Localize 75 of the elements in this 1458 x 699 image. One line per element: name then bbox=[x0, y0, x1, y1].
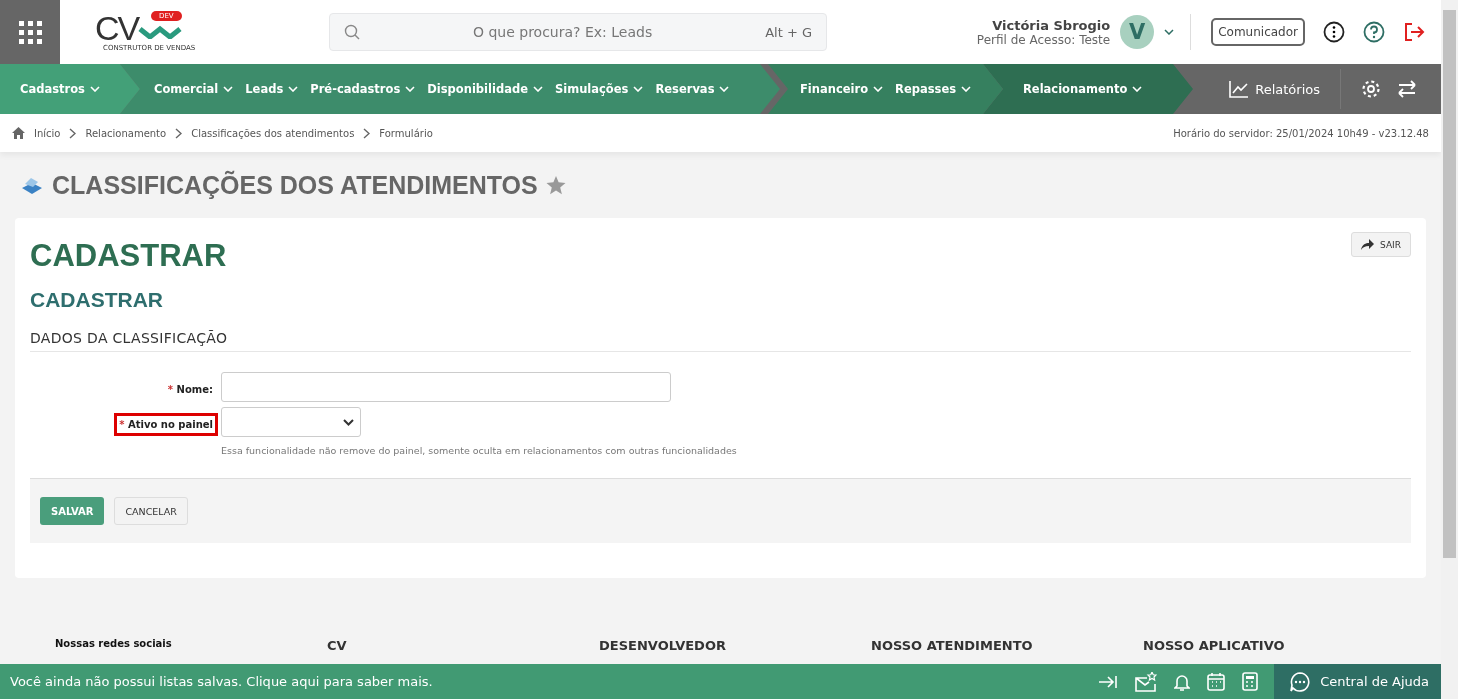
nav-menu-item[interactable]: Reservas bbox=[655, 82, 730, 96]
chevron-down-icon bbox=[288, 86, 299, 92]
section-heading: DADOS DA CLASSIFICAÇÃO bbox=[30, 330, 1411, 352]
search-icon bbox=[344, 24, 360, 40]
chevron-down-icon[interactable] bbox=[1164, 29, 1175, 35]
footer-heading: DESENVOLVEDOR bbox=[599, 638, 727, 653]
logout-icon[interactable] bbox=[1403, 21, 1425, 43]
chevron-down-icon bbox=[405, 86, 416, 92]
chevron-down-icon bbox=[1132, 86, 1143, 92]
calendar-icon[interactable] bbox=[1207, 672, 1226, 691]
reports-link[interactable]: Relatórios bbox=[1229, 80, 1320, 98]
chevron-down-icon bbox=[343, 418, 354, 426]
mail-star-icon[interactable] bbox=[1135, 671, 1158, 692]
more-options-icon[interactable] bbox=[1323, 21, 1345, 43]
chevron-down-icon bbox=[873, 86, 884, 92]
help-text: Essa funcionalidade não remove do painel, somente oculta em relacionamentos com outras funcionalidades bbox=[221, 445, 737, 456]
exit-button[interactable]: SAIR bbox=[1351, 232, 1411, 257]
search-input[interactable]: O que procura? Ex: Leads bbox=[360, 23, 766, 41]
nav-menu-item[interactable]: Relacionamento bbox=[1023, 82, 1143, 96]
search-bar[interactable]: O que procura? Ex: Leads Alt + G bbox=[329, 13, 827, 51]
saved-lists-message[interactable]: Você ainda não possui listas salvas. Clique aqui para saber mais. bbox=[0, 674, 1099, 689]
nav-menu-item[interactable]: Leads bbox=[245, 82, 299, 96]
help-center-button[interactable]: Central de Ajuda bbox=[1274, 664, 1441, 699]
chevron-down-icon bbox=[633, 86, 644, 92]
footer-heading: Nossas redes sociais bbox=[55, 638, 173, 651]
footer-heading: NOSSO ATENDIMENTO bbox=[871, 638, 1034, 653]
chevron-right-icon bbox=[69, 127, 77, 139]
breadcrumb-link[interactable]: Formulário bbox=[379, 127, 433, 139]
chat-bubble-icon bbox=[1290, 671, 1311, 692]
page-title: CLASSIFICAÇÕES DOS ATENDIMENTOS bbox=[52, 170, 538, 200]
footer-heading: CV bbox=[327, 638, 348, 653]
nav-menu-item[interactable]: Repasses bbox=[895, 82, 972, 96]
breadcrumb-link[interactable]: Início bbox=[34, 127, 61, 139]
help-icon[interactable] bbox=[1363, 21, 1385, 43]
nav-menu-item[interactable]: Pré-cadastros bbox=[310, 82, 416, 96]
star-icon[interactable] bbox=[545, 175, 566, 195]
chevron-down-icon bbox=[89, 86, 100, 92]
chevron-down-icon bbox=[532, 86, 543, 92]
bell-icon[interactable] bbox=[1174, 672, 1191, 691]
chevron-down-icon bbox=[719, 86, 730, 92]
select-field[interactable] bbox=[221, 407, 361, 437]
share-arrow-icon bbox=[1361, 239, 1375, 250]
grid-icon bbox=[18, 20, 42, 44]
chevron-right-icon bbox=[363, 127, 371, 139]
breadcrumb-link[interactable]: Classificações dos atendimentos bbox=[191, 127, 355, 139]
apps-menu-button[interactable] bbox=[0, 0, 60, 64]
form-subtitle: CADASTRAR bbox=[30, 288, 164, 312]
swap-arrows-icon[interactable] bbox=[1397, 80, 1417, 98]
access-profile: Perfil de Acesso: Teste bbox=[976, 32, 1111, 47]
footer-heading: NOSSO APLICATIVO bbox=[1143, 638, 1286, 653]
nav-menu-item[interactable]: Comercial bbox=[154, 82, 234, 96]
user-avatar[interactable]: V bbox=[1120, 15, 1155, 49]
chevron-down-icon bbox=[961, 86, 972, 92]
home-icon bbox=[12, 127, 25, 139]
arrow-to-line-icon[interactable] bbox=[1098, 673, 1119, 690]
nav-menu-item[interactable]: Simulações bbox=[554, 82, 644, 96]
nav-menu-item[interactable]: Cadastros bbox=[20, 82, 100, 96]
field-label: * Ativo no painel bbox=[114, 413, 218, 436]
communicator-button[interactable]: Comunicador bbox=[1211, 18, 1305, 46]
chevron-right-icon bbox=[175, 127, 183, 139]
server-time: Horário do servidor: 25/01/2024 10h49 - v23.12.48 bbox=[1173, 127, 1429, 139]
cancel-button[interactable]: CANCELAR bbox=[114, 497, 188, 525]
calculator-icon[interactable] bbox=[1242, 672, 1259, 691]
name-input[interactable] bbox=[221, 372, 671, 402]
breadcrumb-link[interactable]: Relacionamento bbox=[85, 127, 167, 139]
field-label: * Nome: bbox=[166, 383, 214, 397]
card-title: CADASTRAR bbox=[30, 237, 227, 275]
save-button[interactable]: SALVAR bbox=[40, 497, 105, 525]
nav-menu-item[interactable]: Disponibilidade bbox=[427, 82, 543, 96]
nav-menu-item[interactable]: Financeiro bbox=[800, 82, 884, 96]
line-chart-icon bbox=[1229, 80, 1250, 98]
settings-icon[interactable] bbox=[1361, 79, 1381, 99]
shortcut-hint: Alt + G bbox=[765, 24, 812, 40]
user-name: Victória Sbrogio bbox=[992, 17, 1111, 33]
chevron-down-icon bbox=[223, 86, 234, 92]
